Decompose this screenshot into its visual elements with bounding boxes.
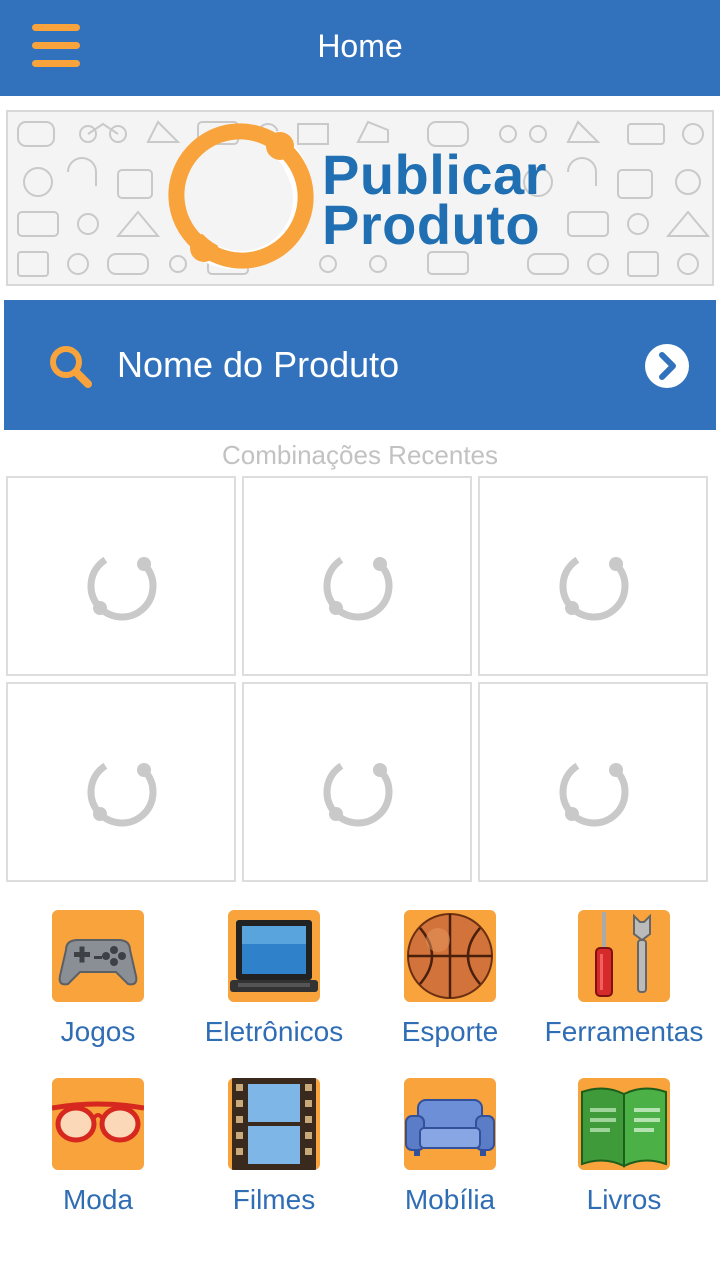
loading-spinner-icon: [559, 757, 629, 827]
publicar-produto-logo: Publicar Produto: [162, 120, 572, 278]
product-search-bar[interactable]: Nome do Produto: [4, 300, 716, 430]
search-icon: [50, 346, 92, 388]
loading-spinner-icon: [559, 551, 629, 621]
category-label: Eletrônicos: [204, 1016, 344, 1047]
category-label: Filmes: [232, 1184, 316, 1215]
loading-spinner-icon: [87, 551, 157, 621]
loading-spinner-icon: [323, 551, 393, 621]
page-title: Home: [317, 28, 403, 64]
laptop-icon: [228, 910, 320, 1002]
recent-item-tile[interactable]: [478, 476, 708, 676]
category-label: Moda: [62, 1184, 134, 1215]
recent-item-tile[interactable]: [242, 682, 472, 882]
recent-item-tile[interactable]: [6, 682, 236, 882]
logo-ring-icon: [168, 123, 314, 270]
category-esporte[interactable]: Esporte: [362, 910, 538, 1060]
category-livros[interactable]: Livros: [536, 1078, 712, 1228]
search-input[interactable]: Nome do Produto: [117, 344, 399, 386]
category-label: Mobília: [404, 1184, 496, 1215]
category-label: Esporte: [401, 1016, 499, 1047]
category-mobilia[interactable]: Mobília: [362, 1078, 538, 1228]
loading-spinner-icon: [87, 757, 157, 827]
recent-item-tile[interactable]: [478, 682, 708, 882]
glasses-icon: [52, 1078, 144, 1170]
tools-icon: [578, 910, 670, 1002]
category-label: Jogos: [60, 1016, 136, 1047]
loading-spinner-icon: [323, 757, 393, 827]
sofa-icon: [404, 1078, 496, 1170]
recent-item-tile[interactable]: [242, 476, 472, 676]
film-strip-icon: [228, 1078, 320, 1170]
chevron-right-circle-icon[interactable]: [644, 343, 690, 389]
category-filmes[interactable]: Filmes: [186, 1078, 362, 1228]
gamepad-icon: [52, 910, 144, 1002]
logo-line-2: Produto: [322, 193, 541, 256]
top-app-bar: Home: [0, 0, 720, 96]
category-label: Ferramentas: [544, 1016, 704, 1047]
recent-item-tile[interactable]: [6, 476, 236, 676]
publish-product-banner[interactable]: Publicar Produto: [6, 110, 714, 286]
category-moda[interactable]: Moda: [10, 1078, 186, 1228]
category-ferramentas[interactable]: Ferramentas: [536, 910, 712, 1060]
basketball-icon: [404, 910, 496, 1002]
book-icon: [578, 1078, 670, 1170]
category-label: Livros: [586, 1184, 662, 1215]
category-jogos[interactable]: Jogos: [10, 910, 186, 1060]
recent-combinations-title: Combinações Recentes: [221, 440, 499, 470]
category-eletronicos[interactable]: Eletrônicos: [186, 910, 362, 1060]
